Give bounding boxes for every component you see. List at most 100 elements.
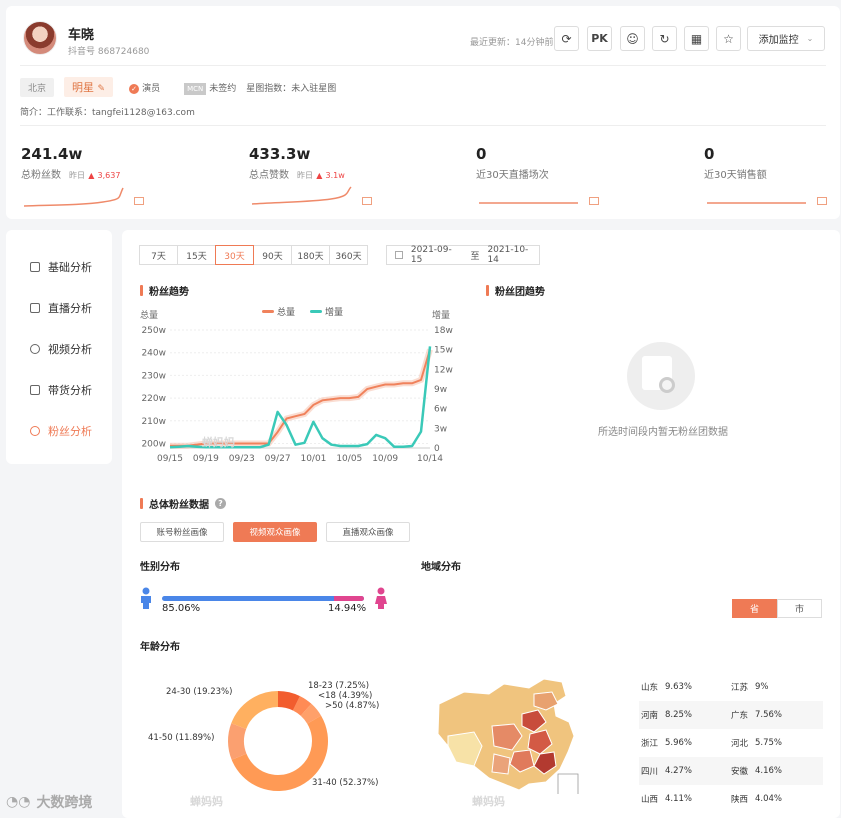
- magnifier-icon: [659, 377, 675, 393]
- accent-bar: [486, 285, 489, 296]
- pie-slice-41-50: [228, 723, 247, 760]
- fan-trend-chart[interactable]: 200w 210w 220w 230w 240w 250w 0 3w 6w 9w 12w 15w 18w…: [132, 304, 462, 469]
- legend-swatch: [262, 310, 274, 313]
- sidebar-item-label: 粉丝分析: [48, 425, 92, 438]
- range-tab-360[interactable]: 360天: [329, 245, 368, 265]
- watermark: 蝉妈妈: [472, 795, 505, 808]
- x-tick: 10/09: [372, 454, 398, 464]
- region-name: 河北: [731, 739, 749, 749]
- footer-logo-text: 大数跨境: [36, 795, 93, 811]
- date-range-picker[interactable]: 2021-09-15 至 2021-10-14: [386, 245, 540, 265]
- yesterday-label: 昨日: [69, 171, 85, 180]
- last-update-text: 最近更新：14分钟前: [470, 38, 554, 48]
- date-separator: 至: [470, 251, 480, 262]
- fans-sparkline: [23, 187, 124, 207]
- stat-label: 近30天直播场次: [476, 170, 549, 181]
- trend-icon[interactable]: [362, 197, 372, 205]
- y-tick-left: 230w: [141, 371, 166, 381]
- sidebar-item-fans[interactable]: 粉丝分析: [30, 423, 92, 439]
- age-label: 24-30 (19.23%): [166, 687, 233, 697]
- tab-province[interactable]: 省: [732, 599, 777, 618]
- region-name: 江苏: [731, 683, 749, 693]
- region-name: 安徽: [731, 767, 749, 777]
- live-sparkline: [479, 202, 578, 204]
- sales-sparkline: [707, 202, 806, 204]
- region-name: 山东: [641, 683, 659, 693]
- range-tab-30[interactable]: 30天: [215, 245, 254, 265]
- y-tick-left: 240w: [141, 349, 166, 359]
- section-label: 总体粉丝数据: [149, 500, 209, 511]
- calendar-icon: [395, 251, 403, 259]
- help-icon[interactable]: ?: [215, 498, 226, 509]
- age-label: >50 (4.87%): [325, 701, 380, 711]
- tab-live-audience[interactable]: 直播观众画像: [326, 522, 410, 542]
- shopping-bag-icon: [30, 385, 40, 395]
- region-value: 5.75%: [755, 738, 783, 748]
- legend-label: 总量: [277, 306, 295, 318]
- date-start: 2021-09-15: [410, 245, 452, 265]
- logo-icon: ◔◔: [6, 794, 31, 810]
- share-button[interactable]: ↻: [652, 26, 677, 51]
- region-name: 陕西: [731, 795, 749, 805]
- x-tick: 10/14: [417, 454, 443, 464]
- trend-icon[interactable]: [589, 197, 599, 205]
- stat-likes: 433.3w 总点赞数 昨日 ▲ 3.1w: [249, 145, 345, 181]
- range-tabs: 7天 15天 30天 90天 180天 360天: [139, 245, 368, 265]
- y-tick-left: 250w: [141, 326, 166, 336]
- region-name: 山西: [641, 795, 659, 805]
- add-monitor-button[interactable]: 添加监控 ⌄: [747, 26, 825, 51]
- region-value: 8.25%: [665, 710, 693, 720]
- range-tab-15[interactable]: 15天: [177, 245, 216, 265]
- sidebar-item-goods[interactable]: 带货分析: [30, 382, 92, 398]
- section-label: 粉丝团趋势: [495, 287, 545, 298]
- pie-slice-<18: [292, 696, 312, 716]
- china-map[interactable]: [434, 674, 594, 794]
- sidebar-item-live[interactable]: 直播分析: [30, 300, 92, 316]
- region-value: 4.27%: [665, 766, 693, 776]
- tab-video-audience[interactable]: 视频观众画像: [233, 522, 317, 542]
- trend-icon[interactable]: [817, 197, 827, 205]
- user-group-button[interactable]: ☺: [620, 26, 645, 51]
- female-percent: 14.94%: [328, 603, 367, 614]
- female-icon: [375, 587, 387, 609]
- divider: [20, 65, 826, 66]
- yesterday-label: 昨日: [297, 171, 313, 180]
- bar-chart-icon: [30, 262, 40, 272]
- x-tick: 10/05: [336, 454, 362, 464]
- play-icon: [30, 344, 40, 354]
- pk-button[interactable]: PK: [587, 26, 612, 51]
- section-label: 粉丝趋势: [149, 287, 189, 298]
- sidebar-item-basic[interactable]: 基础分析: [30, 259, 92, 275]
- region-value: 4.16%: [755, 766, 783, 776]
- tab-city[interactable]: 市: [777, 599, 822, 618]
- profile-name: 车晓: [68, 28, 95, 43]
- age-label: 31-40 (52.37%): [312, 778, 379, 788]
- yesterday-value: 3.1w: [325, 171, 345, 180]
- accent-bar: [140, 498, 143, 509]
- fan-group-title: 粉丝团趋势: [486, 283, 545, 298]
- range-tab-7[interactable]: 7天: [139, 245, 178, 265]
- tag-row: 北京 明星 ✎ ✓ 演员 MCN 未签约 星图指数：未入驻星图: [20, 77, 336, 97]
- refresh-button[interactable]: ⟳: [554, 26, 579, 51]
- qrcode-button[interactable]: ▦: [684, 26, 709, 51]
- sidebar-item-video[interactable]: 视频分析: [30, 341, 92, 357]
- range-tab-90[interactable]: 90天: [253, 245, 292, 265]
- stat-fans: 241.4w 总粉丝数 昨日 ▲ 3,637: [21, 145, 120, 181]
- star-icon: ☆: [723, 31, 734, 46]
- trend-icon[interactable]: [134, 197, 144, 205]
- user-icon: [30, 426, 40, 436]
- legend-swatch: [310, 310, 322, 313]
- region-value: 7.56%: [755, 710, 783, 720]
- footer-logo: ◔◔ 大数跨境: [6, 792, 92, 812]
- verified-tag: ✓ 演员: [129, 81, 160, 94]
- favorite-button[interactable]: ☆: [716, 26, 741, 51]
- star-tag[interactable]: 明星 ✎: [64, 77, 114, 97]
- stat-label: 近30天销售额: [704, 170, 767, 181]
- y-tick-right: 15w: [434, 346, 453, 356]
- edit-icon: ✎: [97, 84, 106, 94]
- live-icon: [30, 303, 40, 313]
- x-tick: 09/15: [157, 454, 183, 464]
- mcn-badge: MCN: [184, 82, 207, 95]
- tab-account-fans[interactable]: 账号粉丝画像: [140, 522, 224, 542]
- range-tab-180[interactable]: 180天: [291, 245, 330, 265]
